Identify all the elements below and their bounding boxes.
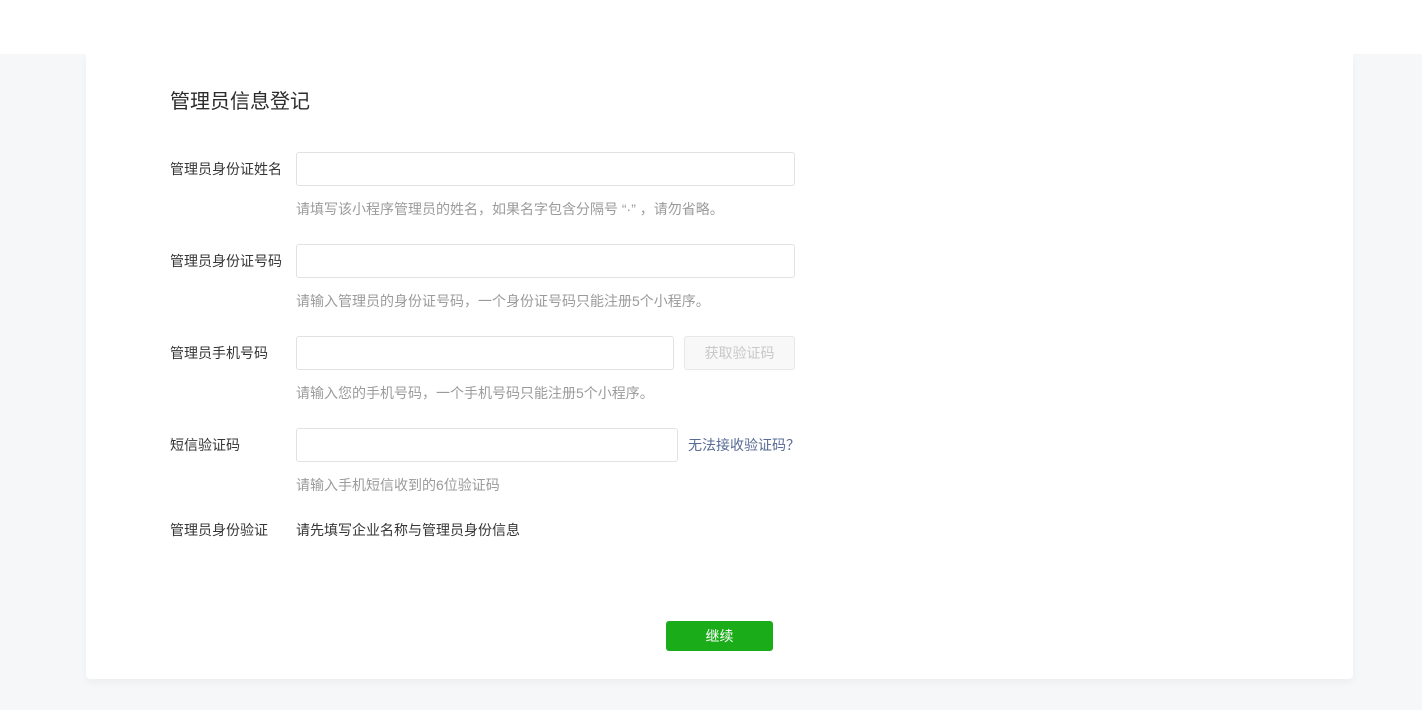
top-bar [0,0,1422,54]
admin-phone-help: 请输入您的手机号码，一个手机号码只能注册5个小程序。 [296,383,795,403]
admin-phone-field: 获取验证码 请输入您的手机号码，一个手机号码只能注册5个小程序。 [296,336,795,403]
form-row-admin-phone: 管理员手机号码 获取验证码 请输入您的手机号码，一个手机号码只能注册5个小程序。 [170,336,1353,403]
admin-phone-label: 管理员手机号码 [170,336,296,403]
form-row-admin-id-number: 管理员身份证号码 请输入管理员的身份证号码，一个身份证号码只能注册5个小程序。 [170,244,1353,311]
admin-id-name-label: 管理员身份证姓名 [170,152,296,219]
get-verification-code-button[interactable]: 获取验证码 [684,336,795,370]
admin-id-number-label: 管理员身份证号码 [170,244,296,311]
page-background: 管理员信息登记 管理员身份证姓名 请填写该小程序管理员的姓名，如果名字包含分隔号… [0,54,1422,710]
registration-card: 管理员信息登记 管理员身份证姓名 请填写该小程序管理员的姓名，如果名字包含分隔号… [86,54,1353,679]
admin-id-number-field: 请输入管理员的身份证号码，一个身份证号码只能注册5个小程序。 [296,244,795,311]
admin-id-number-input[interactable] [296,244,795,278]
sms-code-input[interactable] [296,428,678,462]
form-row-admin-id-name: 管理员身份证姓名 请填写该小程序管理员的姓名，如果名字包含分隔号 “·” ，请勿… [170,152,1353,219]
sms-code-label: 短信验证码 [170,428,296,495]
page-title: 管理员信息登记 [170,90,1353,114]
identity-verify-text: 请先填写企业名称与管理员身份信息 [296,520,520,540]
admin-id-name-help: 请填写该小程序管理员的姓名，如果名字包含分隔号 “·” ，请勿省略。 [296,199,795,219]
continue-button-row: 继续 [86,621,1353,651]
sms-code-field: 无法接收验证码？ 请输入手机短信收到的6位验证码 [296,428,800,495]
admin-id-number-help: 请输入管理员的身份证号码，一个身份证号码只能注册5个小程序。 [296,291,795,311]
admin-id-name-field: 请填写该小程序管理员的姓名，如果名字包含分隔号 “·” ，请勿省略。 [296,152,795,219]
cannot-receive-code-link[interactable]: 无法接收验证码？ [688,428,800,462]
admin-id-name-input[interactable] [296,152,795,186]
admin-phone-input[interactable] [296,336,674,370]
sms-code-help: 请输入手机短信收到的6位验证码 [296,475,800,495]
form-row-identity-verify: 管理员身份验证 请先填写企业名称与管理员身份信息 [170,520,1353,540]
continue-button[interactable]: 继续 [666,621,773,651]
form-row-sms-code: 短信验证码 无法接收验证码？ 请输入手机短信收到的6位验证码 [170,428,1353,495]
identity-verify-label: 管理员身份验证 [170,520,296,540]
